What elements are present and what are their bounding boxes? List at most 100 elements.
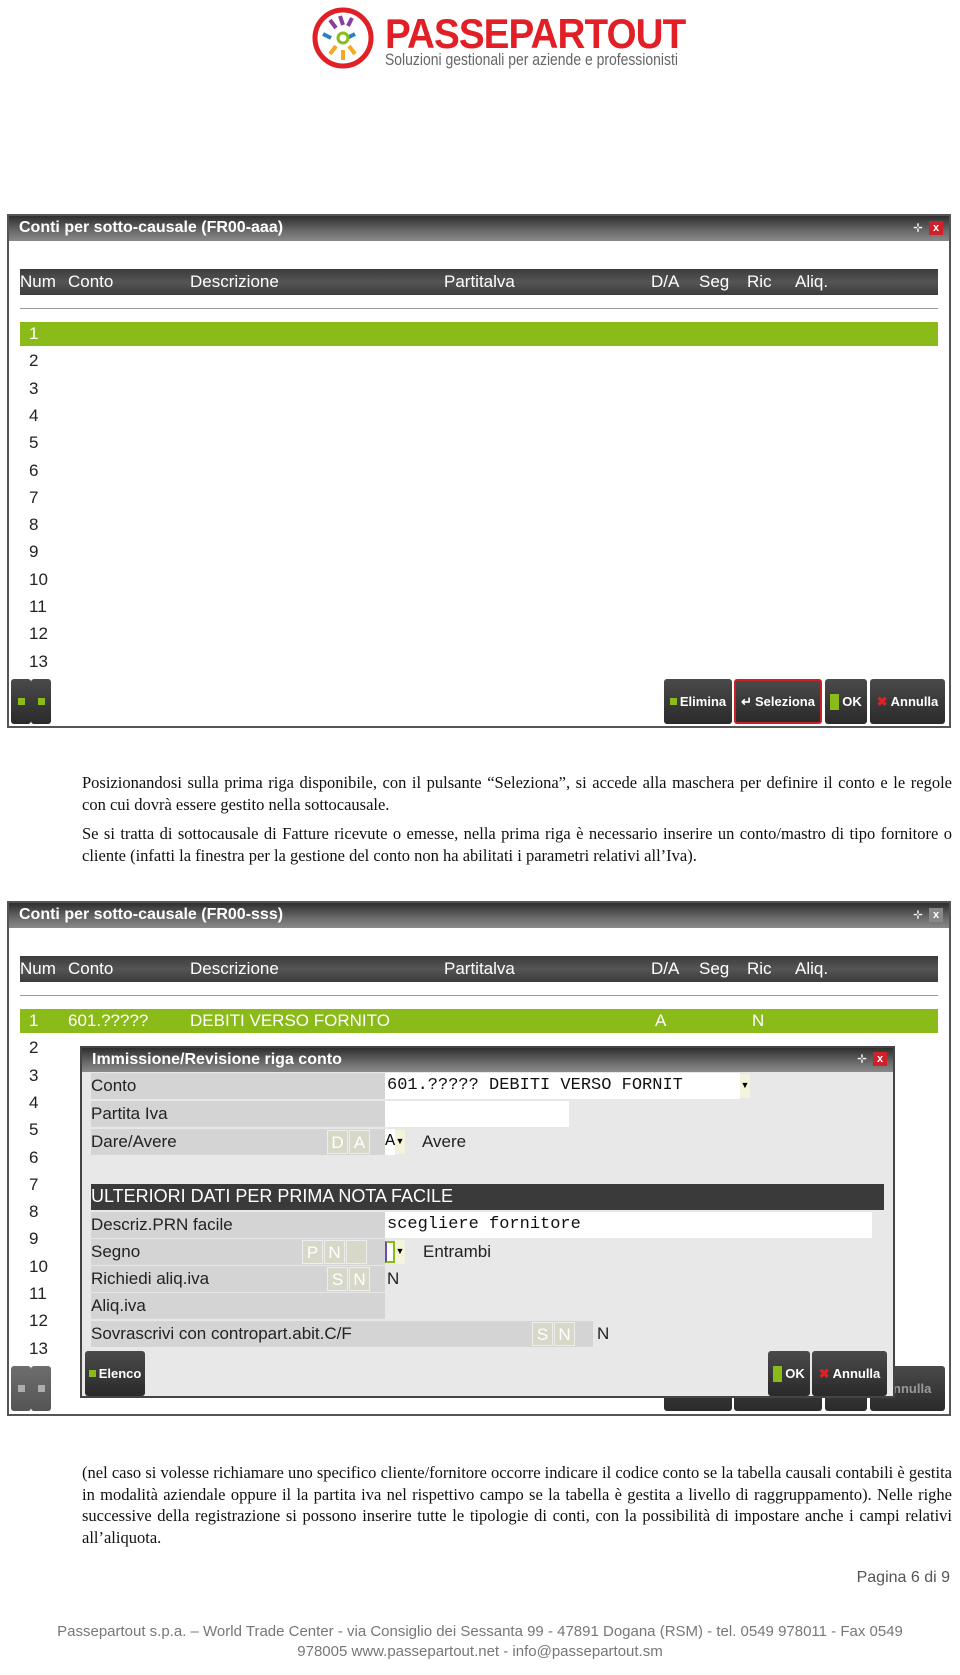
row-number: 1: [29, 1011, 39, 1030]
seleziona-button[interactable]: ↵ Seleziona: [734, 679, 822, 724]
annulla-label: Annulla: [832, 1366, 881, 1381]
key-d-button[interactable]: D: [327, 1130, 348, 1154]
restore-icon[interactable]: ⊹: [911, 908, 925, 922]
segno-input[interactable]: [385, 1241, 395, 1263]
col-seg: Seg: [699, 272, 730, 291]
key-a-button[interactable]: A: [349, 1130, 370, 1154]
col-aliq: Aliq.: [795, 959, 829, 978]
ok-button[interactable]: OK: [768, 1351, 810, 1396]
elenco-label: Elenco: [98, 1366, 142, 1381]
row-descrizione: DEBITI VERSO FORNITO: [190, 1011, 390, 1030]
logo-tagline: Soluzioni gestionali per aziende e profe…: [385, 50, 678, 69]
elimina-button[interactable]: Elimina: [664, 679, 732, 724]
ok-label: OK: [785, 1366, 805, 1381]
row-number: 9: [29, 1229, 39, 1249]
window-title: Conti per sotto-causale (FR00-sss): [9, 903, 949, 928]
ok-label: OK: [842, 694, 862, 709]
col-descrizione: Descrizione: [190, 272, 279, 291]
partita-input[interactable]: [385, 1101, 569, 1127]
footer-line: 978005 www.passepartout.net - info@passe…: [297, 1643, 663, 1660]
divider: [20, 995, 938, 996]
annulla-button[interactable]: ✖ Annulla: [812, 1351, 887, 1396]
dropdown-icon[interactable]: ▼: [740, 1074, 750, 1098]
row-number: 4: [29, 405, 39, 425]
row-number: 7: [29, 487, 39, 507]
row-number: 3: [29, 378, 39, 398]
row-number: 6: [29, 1147, 39, 1167]
row-number: 1: [29, 324, 39, 343]
close-icon[interactable]: x: [929, 221, 943, 235]
row-number: 10: [29, 569, 48, 589]
row-number: 6: [29, 460, 39, 480]
aliq-label: Aliq.iva: [91, 1293, 385, 1319]
sovr-value[interactable]: N: [597, 1324, 609, 1344]
row-ric: N: [752, 1011, 765, 1030]
close-icon[interactable]: x: [873, 1052, 887, 1066]
elimina-label: Elimina: [679, 694, 727, 709]
dialog-riga-conto: Immissione/Revisione riga conto ⊹ x Conto…: [80, 1046, 895, 1398]
row-conto: 601.?????: [68, 1011, 149, 1030]
window-conti-aaa: Conti per sotto-causale (FR00-aaa) ⊹ x Nu…: [7, 214, 951, 728]
dropdown-icon[interactable]: ▼: [395, 1130, 405, 1154]
conto-label: Conto: [91, 1073, 385, 1099]
dare-input[interactable]: A: [385, 1129, 395, 1155]
row-number: 3: [29, 1065, 39, 1085]
col-seg: Seg: [699, 959, 730, 978]
richiedi-value[interactable]: N: [387, 1269, 399, 1289]
row-number: 2: [29, 351, 39, 371]
col-conto: Conto: [68, 272, 114, 291]
row-number: 12: [29, 1311, 48, 1331]
key-s-button[interactable]: S: [327, 1267, 348, 1291]
conto-input[interactable]: 601.????? DEBITI VERSO FORNIT: [385, 1073, 740, 1099]
restore-icon[interactable]: ⊹: [911, 221, 925, 235]
key-p-button[interactable]: P: [302, 1240, 323, 1264]
window-title: Conti per sotto-causale (FR00-aaa): [9, 216, 949, 241]
dialog-title: Immissione/Revisione riga conto: [82, 1048, 893, 1072]
descriz-input[interactable]: scegliere fornitore: [385, 1212, 872, 1238]
col-da: D/A: [651, 272, 680, 291]
x-icon: ✖: [876, 693, 888, 709]
segno-text: Entrambi: [423, 1242, 492, 1261]
key-s-button[interactable]: S: [532, 1322, 553, 1346]
table-header: Num Conto Descrizione Partitalva D/A Seg…: [20, 956, 938, 982]
row-number: 2: [29, 1038, 39, 1058]
row-da: A: [655, 1011, 667, 1030]
key-n-button[interactable]: N: [324, 1240, 345, 1264]
dropdown-icon[interactable]: ▼: [395, 1240, 405, 1264]
col-partitaiva: Partitalva: [444, 959, 515, 978]
section-header: ULTERIORI DATI PER PRIMA NOTA FACILE: [91, 1184, 884, 1210]
col-conto: Conto: [68, 959, 114, 978]
dare-text: Avere: [422, 1132, 467, 1151]
row-number: 11: [29, 597, 47, 616]
divider: [20, 308, 938, 309]
annulla-label: Annulla: [890, 694, 939, 709]
annulla-button[interactable]: ✖ Annulla: [870, 679, 945, 724]
row-number: 4: [29, 1092, 39, 1112]
col-ric: Ric: [747, 272, 772, 291]
seleziona-label: Seleziona: [754, 694, 815, 709]
nav-button[interactable]: [11, 679, 31, 724]
key-blank-button[interactable]: [346, 1240, 367, 1264]
nav-button[interactable]: [11, 1366, 31, 1411]
key-n-button[interactable]: N: [554, 1322, 575, 1346]
col-descrizione: Descrizione: [190, 959, 279, 978]
close-icon[interactable]: x: [929, 908, 943, 922]
row-number: 5: [29, 1120, 39, 1140]
key-n-button[interactable]: N: [349, 1267, 370, 1291]
restore-icon[interactable]: ⊹: [855, 1052, 869, 1066]
selected-row[interactable]: [20, 322, 938, 346]
ok-button[interactable]: OK: [825, 679, 867, 724]
col-num: Num: [20, 272, 56, 291]
sovr-label: Sovrascrivi con contropart.abit.C/F: [91, 1321, 593, 1347]
nav-button[interactable]: [31, 679, 51, 724]
row-number: 11: [29, 1284, 47, 1303]
col-aliq: Aliq.: [795, 272, 829, 291]
elenco-button[interactable]: Elenco: [85, 1351, 145, 1396]
partita-label: Partita Iva: [91, 1101, 385, 1127]
row-number: 13: [29, 1338, 48, 1358]
x-icon: ✖: [818, 1365, 830, 1381]
selected-row[interactable]: 601.????? DEBITI VERSO FORNITO A N: [20, 1009, 938, 1033]
row-number: 8: [29, 515, 39, 535]
paragraph: (nel caso si volesse richiamare uno spec…: [82, 1463, 952, 1547]
nav-button[interactable]: [31, 1366, 51, 1411]
